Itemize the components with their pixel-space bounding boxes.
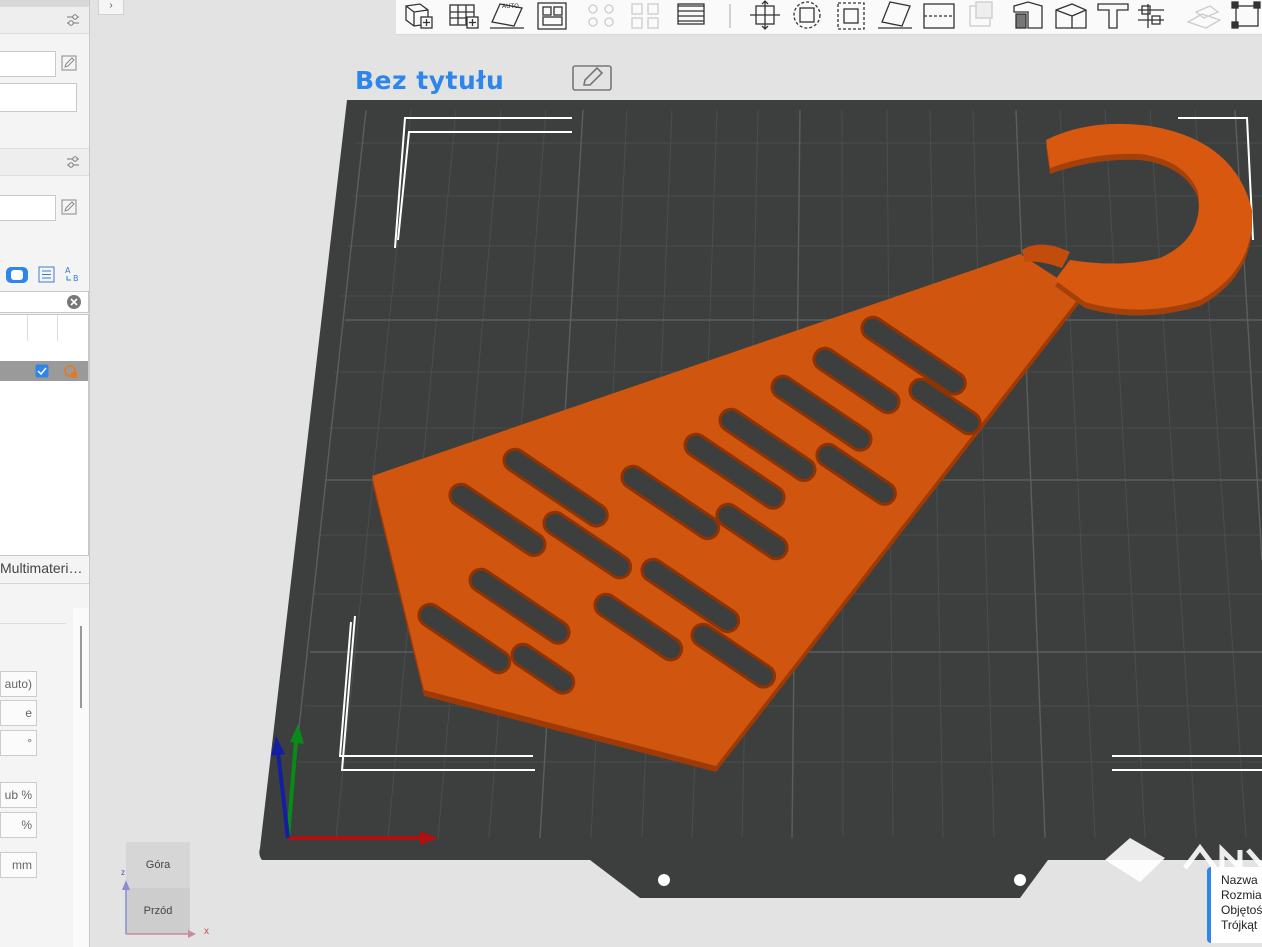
scale-icon[interactable] [837,2,865,30]
assembly-icon[interactable] [1186,5,1222,29]
split-parts-icon[interactable] [631,3,659,29]
info-triangles-label: Trójkąt [1221,918,1258,932]
info-size-label: Rozmia [1221,888,1262,902]
rotate-icon[interactable] [793,1,821,29]
collapse-sidebar-button[interactable]: › [98,0,124,15]
text-icon[interactable] [1231,1,1261,29]
z-axis-label: z [121,868,125,877]
mesh-boolean-icon[interactable] [969,1,993,27]
svg-text:AUTO: AUTO [502,3,519,10]
bed-hole [658,874,670,886]
measure-icon[interactable] [1138,4,1164,28]
grid-icon[interactable] [449,4,479,29]
build-plate-scene[interactable] [0,0,1262,947]
seam-paint-icon[interactable] [1055,3,1087,29]
info-volume-label: Objętoś [1221,903,1262,917]
add-object-icon[interactable] [405,3,433,29]
info-name-label: Nazwa [1221,873,1258,887]
lay-on-face-icon[interactable] [878,1,912,29]
project-title[interactable]: Bez tytułu [355,66,504,95]
cut-icon[interactable] [923,3,955,29]
arrange-icon[interactable] [537,2,567,30]
support-paint-icon[interactable] [1013,1,1043,29]
auto-orient-icon[interactable]: AUTO [490,3,524,29]
edit-title-icon[interactable] [572,63,614,93]
top-toolbar: AUTO [396,0,1262,35]
layers-icon[interactable] [677,3,705,25]
object-info-panel: Nazwa Rozmia Objętoś Trójkąt [1207,867,1262,943]
bed-hole [1014,874,1026,886]
color-paint-icon[interactable] [1097,3,1129,29]
split-objects-icon[interactable] [588,4,614,27]
view-cube-axes-icon [122,880,196,938]
move-icon[interactable] [750,0,780,30]
x-axis-label: x [204,926,209,937]
